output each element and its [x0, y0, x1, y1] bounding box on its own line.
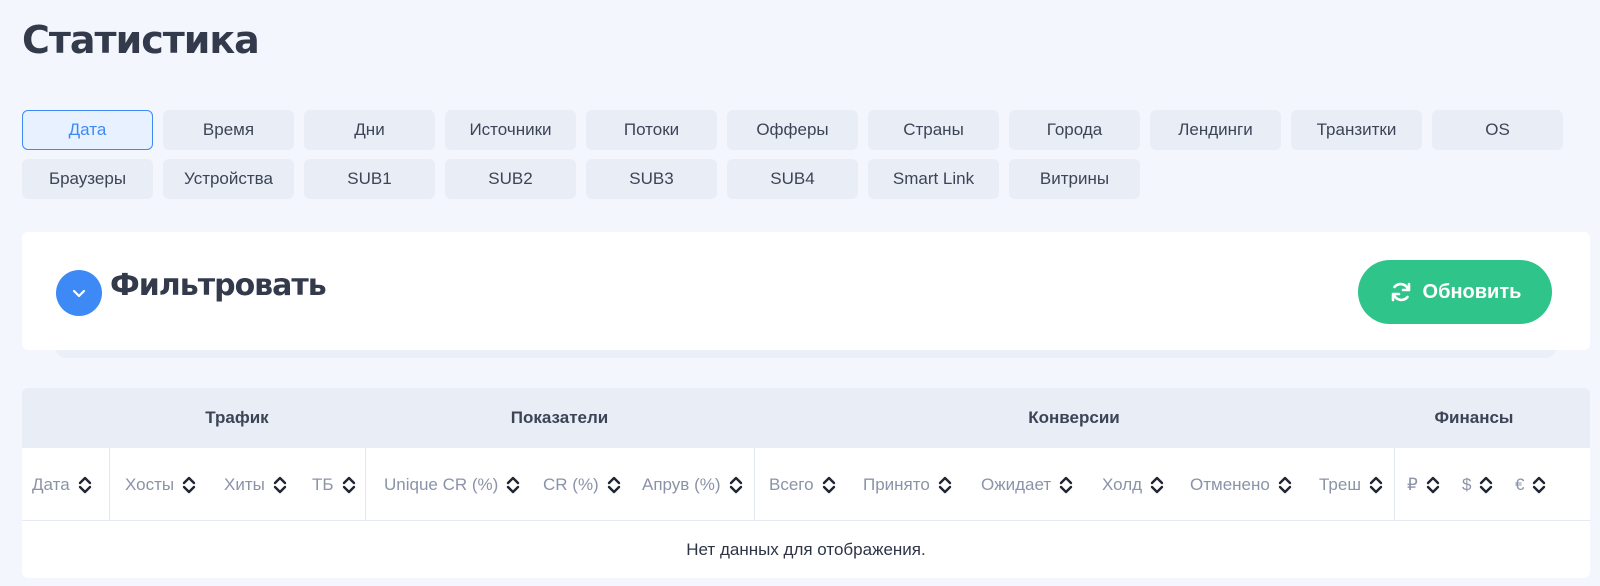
column-total[interactable]: Всего: [769, 448, 836, 521]
sort-icon: [1479, 476, 1493, 494]
sort-icon: [1532, 476, 1546, 494]
tab-sub1[interactable]: SUB1: [304, 159, 435, 199]
stats-table: Трафик Показатели Конверсии Финансы Дата…: [22, 388, 1590, 578]
column-accepted[interactable]: Принято: [863, 448, 952, 521]
tab-offers[interactable]: Офферы: [727, 110, 858, 150]
refresh-button-label: Обновить: [1422, 280, 1522, 303]
tab-browsers[interactable]: Браузеры: [22, 159, 153, 199]
group-finance: Финансы: [1434, 408, 1514, 427]
table-column-header: Дата Хосты Хиты ТБ Unique CR (%) CR (%) …: [22, 448, 1590, 521]
sort-icon: [729, 476, 743, 494]
column-label: Unique CR (%): [384, 474, 499, 494]
column-cr[interactable]: CR (%): [543, 448, 621, 521]
empty-table-message: Нет данных для отображения.: [686, 540, 926, 559]
tab-flows[interactable]: Потоки: [586, 110, 717, 150]
column-cancelled[interactable]: Отменено: [1190, 448, 1292, 521]
column-trash[interactable]: Треш: [1319, 448, 1383, 521]
column-hosts[interactable]: Хосты: [125, 448, 196, 521]
sort-icon: [1278, 476, 1292, 494]
tab-os[interactable]: OS: [1432, 110, 1563, 150]
column-label: Всего: [769, 474, 814, 494]
sort-icon: [1426, 476, 1440, 494]
sort-icon: [1369, 476, 1383, 494]
tab-countries[interactable]: Страны: [868, 110, 999, 150]
column-divider: [109, 448, 110, 521]
filter-toggle-button[interactable]: [56, 270, 102, 316]
column-label: Отменено: [1190, 474, 1270, 494]
sort-icon: [1059, 476, 1073, 494]
sort-icon: [1150, 476, 1164, 494]
tab-cities[interactable]: Города: [1009, 110, 1140, 150]
column-label: ТБ: [312, 474, 334, 494]
column-approve[interactable]: Апрув (%): [642, 448, 743, 521]
tab-days[interactable]: Дни: [304, 110, 435, 150]
refresh-icon: [1391, 282, 1410, 302]
tab-sources[interactable]: Источники: [445, 110, 576, 150]
report-tabs: Дата Время Дни Источники Потоки Офферы С…: [22, 110, 1582, 208]
column-divider: [1394, 448, 1395, 521]
group-conversions: Конверсии: [1028, 408, 1120, 427]
tab-time[interactable]: Время: [163, 110, 294, 150]
column-date[interactable]: Дата: [32, 448, 92, 521]
column-label: €: [1515, 474, 1525, 494]
tab-sub2[interactable]: SUB2: [445, 159, 576, 199]
column-label: $: [1462, 474, 1472, 494]
page-title: Статистика: [22, 18, 260, 62]
column-eur[interactable]: €: [1515, 448, 1546, 521]
tab-date[interactable]: Дата: [22, 110, 153, 150]
column-divider: [754, 448, 755, 521]
sort-icon: [938, 476, 952, 494]
tab-devices[interactable]: Устройства: [163, 159, 294, 199]
column-label: CR (%): [543, 474, 599, 494]
tab-landings[interactable]: Лендинги: [1150, 110, 1281, 150]
column-label: Треш: [1319, 474, 1361, 494]
sort-icon: [273, 476, 287, 494]
sort-icon: [182, 476, 196, 494]
group-metrics: Показатели: [510, 408, 609, 427]
sort-icon: [506, 476, 520, 494]
tab-sub3[interactable]: SUB3: [586, 159, 717, 199]
column-label: Апрув (%): [642, 474, 721, 494]
column-rub[interactable]: ₽: [1407, 448, 1440, 521]
column-label: Холд: [1102, 474, 1143, 494]
column-unique-cr[interactable]: Unique CR (%): [384, 448, 520, 521]
tab-row-1: Дата Время Дни Источники Потоки Офферы С…: [22, 110, 1582, 150]
group-traffic: Трафик: [205, 408, 269, 427]
column-hits[interactable]: Хиты: [224, 448, 287, 521]
column-label: Дата: [32, 474, 70, 494]
column-label: ₽: [1407, 474, 1418, 494]
sort-icon: [78, 476, 92, 494]
column-label: Хосты: [125, 474, 175, 494]
tab-sub4[interactable]: SUB4: [727, 159, 858, 199]
column-label: Ожидает: [981, 474, 1052, 494]
column-pending[interactable]: Ожидает: [981, 448, 1073, 521]
column-usd[interactable]: $: [1462, 448, 1493, 521]
column-divider: [365, 448, 366, 521]
filter-title[interactable]: Фильтровать: [110, 268, 327, 303]
tab-smart-link[interactable]: Smart Link: [868, 159, 999, 199]
column-label: Принято: [863, 474, 930, 494]
column-hold[interactable]: Холд: [1102, 448, 1164, 521]
table-group-header: Трафик Показатели Конверсии Финансы: [22, 388, 1590, 448]
column-tb[interactable]: ТБ: [312, 448, 356, 521]
tab-row-2: Браузеры Устройства SUB1 SUB2 SUB3 SUB4 …: [22, 159, 1582, 199]
refresh-button[interactable]: Обновить: [1358, 260, 1552, 324]
sort-icon: [822, 476, 836, 494]
tab-showcases[interactable]: Витрины: [1009, 159, 1140, 199]
filter-panel: Фильтровать Обновить: [22, 232, 1590, 350]
chevron-down-icon: [72, 289, 86, 298]
column-label: Хиты: [224, 474, 265, 494]
sort-icon: [607, 476, 621, 494]
tab-transits[interactable]: Транзитки: [1291, 110, 1422, 150]
sort-icon: [342, 476, 356, 494]
